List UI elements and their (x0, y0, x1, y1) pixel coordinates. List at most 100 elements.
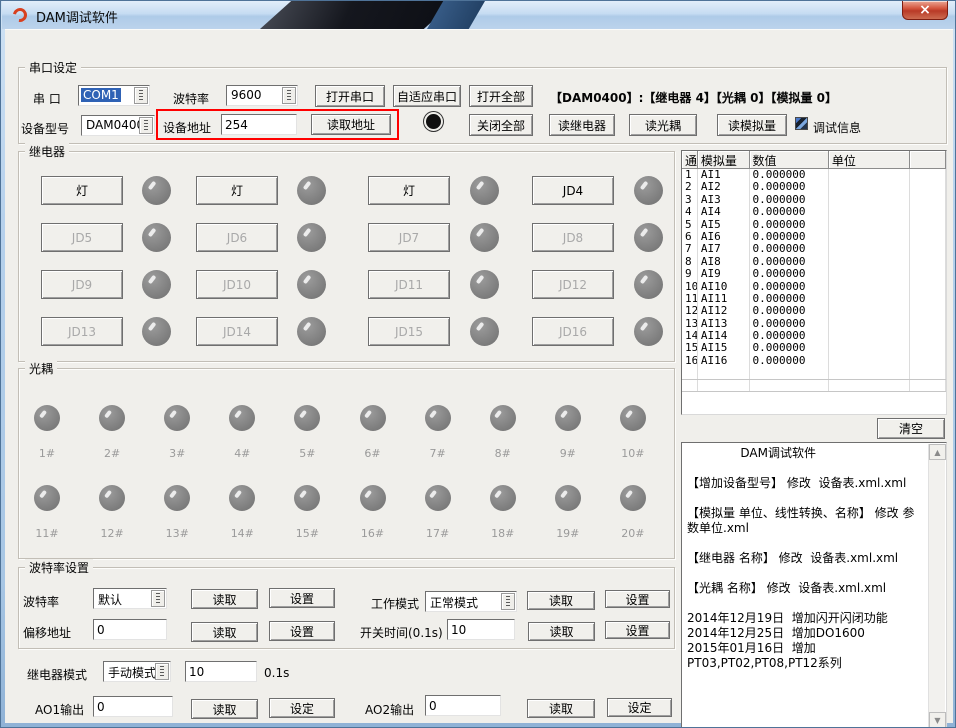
clear-button[interactable]: 清空 (877, 418, 945, 439)
analog-cell: AI16 (698, 355, 750, 367)
analog-cell: AI5 (698, 219, 750, 231)
log-box[interactable]: DAM调试软件 【增加设备型号】 修改 设备表.xml.xml 【模拟量 单位、… (681, 442, 947, 728)
ao1-input[interactable] (93, 696, 173, 717)
work-mode-value: 正常模式 (430, 594, 478, 611)
analog-cell (829, 355, 910, 367)
analog-row: 8AI80.000000 (682, 256, 946, 268)
analog-cell (698, 367, 750, 378)
analog-cell: 5 (682, 219, 698, 231)
combo-dropdown-icon[interactable] (501, 593, 515, 610)
client-area: 串口设定 串 口 COM1 波特率 9600 打开串口 自适应串口 打开全部 【… (5, 29, 953, 723)
combo-dropdown-icon[interactable] (155, 663, 169, 680)
analog-col-header[interactable]: 通 (682, 151, 698, 169)
analog-row: 16AI160.000000 (682, 355, 946, 367)
relay-mode-label: 继电器模式 (27, 666, 87, 683)
analog-cell (910, 380, 946, 391)
analog-cell (910, 305, 946, 317)
relay-mode-combo[interactable]: 手动模式 (103, 661, 171, 682)
analog-cell: AI7 (698, 243, 750, 255)
work-mode-combo[interactable]: 正常模式 (425, 591, 517, 612)
ao2-set-button[interactable]: 设定 (607, 698, 672, 717)
ao2-read-button[interactable]: 读取 (527, 699, 595, 718)
analog-row: 3AI30.000000 (682, 194, 946, 206)
relay-mode-time-input[interactable] (185, 661, 257, 682)
analog-cell: 7 (682, 243, 698, 255)
offset-address-input[interactable] (93, 619, 167, 640)
opto-led-10 (620, 405, 646, 431)
opto-led-2 (99, 405, 125, 431)
analog-cell (910, 243, 946, 255)
offset-set-button[interactable]: 设置 (269, 621, 335, 641)
opto-label-4: 4# (222, 447, 262, 460)
opto-label-9: 9# (548, 447, 588, 460)
work-mode-set-button[interactable]: 设置 (605, 590, 670, 608)
analog-col-header[interactable]: 单位 (829, 151, 910, 169)
opto-label-20: 20# (613, 527, 653, 540)
scroll-down-icon[interactable]: ▼ (929, 712, 946, 728)
ao2-label: AO2输出 (365, 701, 414, 718)
close-button[interactable]: × (902, 1, 948, 20)
titlebar[interactable]: DAM调试软件 × (2, 1, 956, 29)
analog-cell: 6 (682, 231, 698, 243)
analog-cell (910, 268, 946, 280)
switch-time-input[interactable] (447, 619, 515, 640)
analog-cell: 0.000000 (750, 268, 829, 280)
analog-cell: 0.000000 (750, 318, 829, 330)
analog-cell: 4 (682, 206, 698, 218)
work-mode-read-button[interactable]: 读取 (527, 591, 595, 610)
baud-set-button[interactable]: 设置 (269, 588, 335, 608)
opto-label-11: 11# (27, 527, 67, 540)
analog-row: 15AI150.000000 (682, 342, 946, 354)
analog-row: 4AI40.000000 (682, 206, 946, 218)
switch-time-read-button[interactable]: 读取 (528, 622, 595, 641)
analog-empty-row (682, 367, 946, 379)
analog-row: 7AI70.000000 (682, 243, 946, 255)
analog-cell (910, 355, 946, 367)
ao1-read-button[interactable]: 读取 (191, 699, 258, 719)
analog-cell: 0.000000 (750, 293, 829, 305)
ao2-input[interactable] (425, 695, 501, 716)
opto-led-13 (164, 485, 190, 511)
opto-label-13: 13# (157, 527, 197, 540)
analog-table[interactable]: 通模拟量数值单位 1AI10.0000002AI20.0000003AI30.0… (681, 150, 947, 415)
ao1-set-button[interactable]: 设定 (269, 698, 335, 718)
analog-cell: AI2 (698, 181, 750, 193)
analog-cell: 9 (682, 268, 698, 280)
opto-led-7 (425, 405, 451, 431)
analog-cell (910, 194, 946, 206)
analog-col-header[interactable]: 模拟量 (698, 151, 750, 169)
offset-read-button[interactable]: 读取 (191, 622, 258, 642)
opto-label-5: 5# (287, 447, 327, 460)
combo-dropdown-icon[interactable] (151, 590, 165, 607)
analog-cell: 10 (682, 281, 698, 293)
analog-row: 13AI130.000000 (682, 318, 946, 330)
analog-cell (829, 268, 910, 280)
analog-cell (829, 219, 910, 231)
log-scrollbar[interactable]: ▲ ▼ (928, 444, 945, 728)
analog-cell: 8 (682, 256, 698, 268)
analog-cell (829, 380, 910, 391)
opto-label-19: 19# (548, 527, 588, 540)
analog-row: 11AI110.000000 (682, 293, 946, 305)
baud-settings-title: 波特率设置 (25, 559, 93, 576)
analog-cell: AI12 (698, 305, 750, 317)
relay-mode-value: 手动模式 (108, 664, 156, 681)
analog-row: 14AI140.000000 (682, 330, 946, 342)
opto-led-19 (555, 485, 581, 511)
scroll-up-icon[interactable]: ▲ (929, 444, 946, 460)
switch-time-set-button[interactable]: 设置 (605, 621, 670, 639)
analog-cell (829, 206, 910, 218)
baud-setting-combo[interactable]: 默认 (93, 588, 167, 609)
analog-cell (910, 181, 946, 193)
analog-cell (829, 256, 910, 268)
analog-cell: 0.000000 (750, 206, 829, 218)
analog-cell: 13 (682, 318, 698, 330)
opto-label-2: 2# (92, 447, 132, 460)
analog-table-header: 通模拟量数值单位 (682, 151, 946, 169)
analog-cell (829, 194, 910, 206)
baud-read-button[interactable]: 读取 (191, 589, 258, 609)
opto-label-18: 18# (483, 527, 523, 540)
analog-col-header[interactable] (910, 151, 946, 169)
analog-col-header[interactable]: 数值 (750, 151, 829, 169)
app-window: DAM调试软件 × 串口设定 串 口 COM1 波特率 9600 打开串口 自适… (0, 0, 956, 728)
